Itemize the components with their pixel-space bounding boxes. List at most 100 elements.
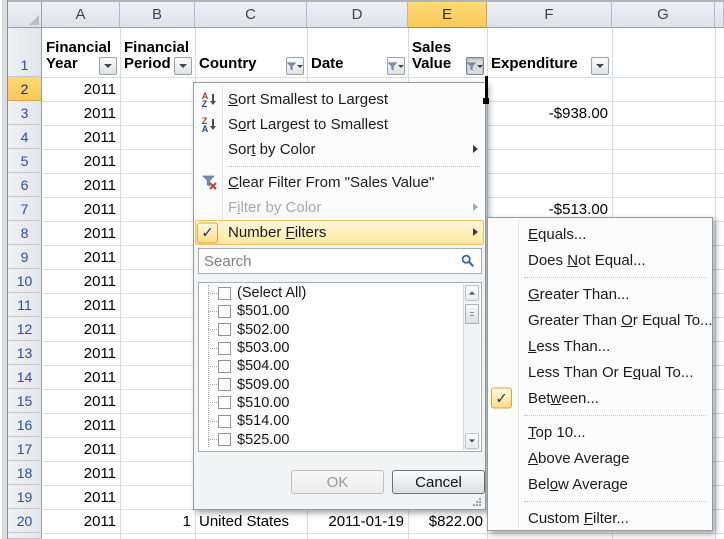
cell-A19[interactable]: 2011 [42, 485, 120, 509]
menu-item-clear-filter-from-sales-value[interactable]: Clear Filter From "Sales Value" [194, 170, 485, 195]
menu-item-below-average[interactable]: Below Average [488, 471, 712, 497]
cell-A2[interactable]: 2011 [42, 77, 120, 101]
row-header-18[interactable]: 18 [8, 461, 42, 485]
cell-A7[interactable]: 2011 [42, 197, 120, 221]
cell-F3[interactable]: -$938.00 [487, 101, 612, 125]
cell-A9[interactable]: 2011 [42, 245, 120, 269]
cell-C20[interactable]: United States [195, 509, 307, 533]
row-header-6[interactable]: 6 [8, 173, 42, 197]
row-header-4[interactable]: 4 [8, 125, 42, 149]
row-header-11[interactable]: 11 [8, 293, 42, 317]
row-header-13[interactable]: 13 [8, 341, 42, 365]
cell-A20[interactable]: 2011 [42, 509, 120, 533]
filter-value-504-00[interactable]: $504.00 [199, 357, 481, 375]
filter-value-502-00[interactable]: $502.00 [199, 321, 481, 339]
checkbox-unchecked[interactable] [218, 342, 231, 355]
column-header-F[interactable]: F [487, 2, 612, 28]
menu-item-number-filters[interactable]: ✓Number Filters [194, 220, 485, 245]
scroll-down-button[interactable] [465, 433, 479, 449]
cell-A10[interactable]: 2011 [42, 269, 120, 293]
checkbox-unchecked[interactable] [218, 287, 231, 300]
checkbox-unchecked[interactable] [218, 433, 231, 446]
list-scrollbar[interactable] [463, 284, 480, 450]
filter-value-501-00[interactable]: $501.00 [199, 302, 481, 320]
checkbox-unchecked[interactable] [218, 378, 231, 391]
row-header-7[interactable]: 7 [8, 197, 42, 221]
checkbox-unchecked[interactable] [218, 415, 231, 428]
active-cell-fill-handle[interactable] [483, 98, 489, 104]
row-header-14[interactable]: 14 [8, 365, 42, 389]
menu-item-equals[interactable]: Equals... [488, 221, 712, 247]
filter-button-B[interactable] [174, 57, 192, 75]
menu-item-above-average[interactable]: Above Average [488, 445, 712, 471]
checkbox-unchecked[interactable] [218, 451, 231, 452]
filter-value-510-00[interactable]: $510.00 [199, 394, 481, 412]
row-header-3[interactable]: 3 [8, 101, 42, 125]
cell-A5[interactable]: 2011 [42, 149, 120, 173]
row-header-19[interactable]: 19 [8, 485, 42, 509]
row-header-8[interactable]: 8 [8, 221, 42, 245]
menu-item-filter-by-color[interactable]: Filter by Color [194, 195, 485, 220]
cell-A16[interactable]: 2011 [42, 413, 120, 437]
filter-button-D[interactable] [387, 57, 405, 75]
cancel-button[interactable]: Cancel [392, 470, 485, 494]
row-header-21-partial[interactable] [8, 533, 42, 539]
row-header-5[interactable]: 5 [8, 149, 42, 173]
cell-A13[interactable]: 2011 [42, 341, 120, 365]
column-header-C[interactable]: C [195, 2, 307, 28]
cell-A3[interactable]: 2011 [42, 101, 120, 125]
menu-item-sort-smallest-to-largest[interactable]: AZSort Smallest to Largest [194, 87, 485, 112]
menu-item-sort-by-color[interactable]: Sort by Color [194, 137, 485, 162]
cell-A11[interactable]: 2011 [42, 293, 120, 317]
resize-grip[interactable] [472, 497, 482, 507]
menu-item-less-than-or-equal-to[interactable]: Less Than Or Equal To... [488, 359, 712, 385]
filter-button-F[interactable] [591, 57, 609, 75]
cell-A12[interactable]: 2011 [42, 317, 120, 341]
row-header-9[interactable]: 9 [8, 245, 42, 269]
filter-button-E[interactable] [466, 57, 484, 75]
cell-A6[interactable]: 2011 [42, 173, 120, 197]
menu-item-greater-than-or-equal-to[interactable]: Greater Than Or Equal To... [488, 307, 712, 333]
column-header-A[interactable]: A [42, 2, 120, 28]
menu-item-top-10[interactable]: Top 10... [488, 419, 712, 445]
cell-A18[interactable]: 2011 [42, 461, 120, 485]
row-header-2[interactable]: 2 [8, 77, 42, 101]
row-header-16[interactable]: 16 [8, 413, 42, 437]
filter-value-525-00[interactable]: $525.00 [199, 430, 481, 448]
row-header-17[interactable]: 17 [8, 437, 42, 461]
row-header-10[interactable]: 10 [8, 269, 42, 293]
scroll-up-button[interactable] [465, 285, 479, 301]
row-header-1[interactable]: 1 [8, 28, 42, 77]
column-header-D[interactable]: D [307, 2, 408, 28]
cell-E20[interactable]: $822.00 [408, 509, 487, 533]
checkbox-unchecked[interactable] [218, 396, 231, 409]
cell-A8[interactable]: 2011 [42, 221, 120, 245]
menu-item-sort-largest-to-smallest[interactable]: ZASort Largest to Smallest [194, 112, 485, 137]
cell-A15[interactable]: 2011 [42, 389, 120, 413]
ok-button[interactable]: OK [291, 470, 384, 494]
column-header-partial[interactable] [715, 2, 724, 28]
menu-item-between[interactable]: ✓Between... [488, 385, 712, 411]
menu-item-greater-than[interactable]: Greater Than... [488, 281, 712, 307]
search-input[interactable] [199, 253, 461, 270]
filter-value-509-00[interactable]: $509.00 [199, 375, 481, 393]
filter-value-partial[interactable] [199, 449, 481, 452]
checkbox-unchecked[interactable] [218, 323, 231, 336]
cell-A17[interactable]: 2011 [42, 437, 120, 461]
menu-item-custom-filter[interactable]: Custom Filter... [488, 505, 712, 531]
checkbox-unchecked[interactable] [218, 360, 231, 373]
column-header-B[interactable]: B [120, 2, 195, 28]
menu-item-does-not-equal[interactable]: Does Not Equal... [488, 247, 712, 273]
cell-A14[interactable]: 2011 [42, 365, 120, 389]
filter-value-select-all[interactable]: (Select All) [199, 284, 481, 302]
cell-D20[interactable]: 2011-01-19 [307, 509, 408, 533]
row-header-15[interactable]: 15 [8, 389, 42, 413]
filter-button-A[interactable] [99, 57, 117, 75]
cell-A4[interactable]: 2011 [42, 125, 120, 149]
filter-value-503-00[interactable]: $503.00 [199, 339, 481, 357]
filter-value-514-00[interactable]: $514.00 [199, 412, 481, 430]
cell-B20[interactable]: 1 [120, 509, 195, 533]
checkbox-unchecked[interactable] [218, 305, 231, 318]
row-header-20[interactable]: 20 [8, 509, 42, 533]
row-header-12[interactable]: 12 [8, 317, 42, 341]
